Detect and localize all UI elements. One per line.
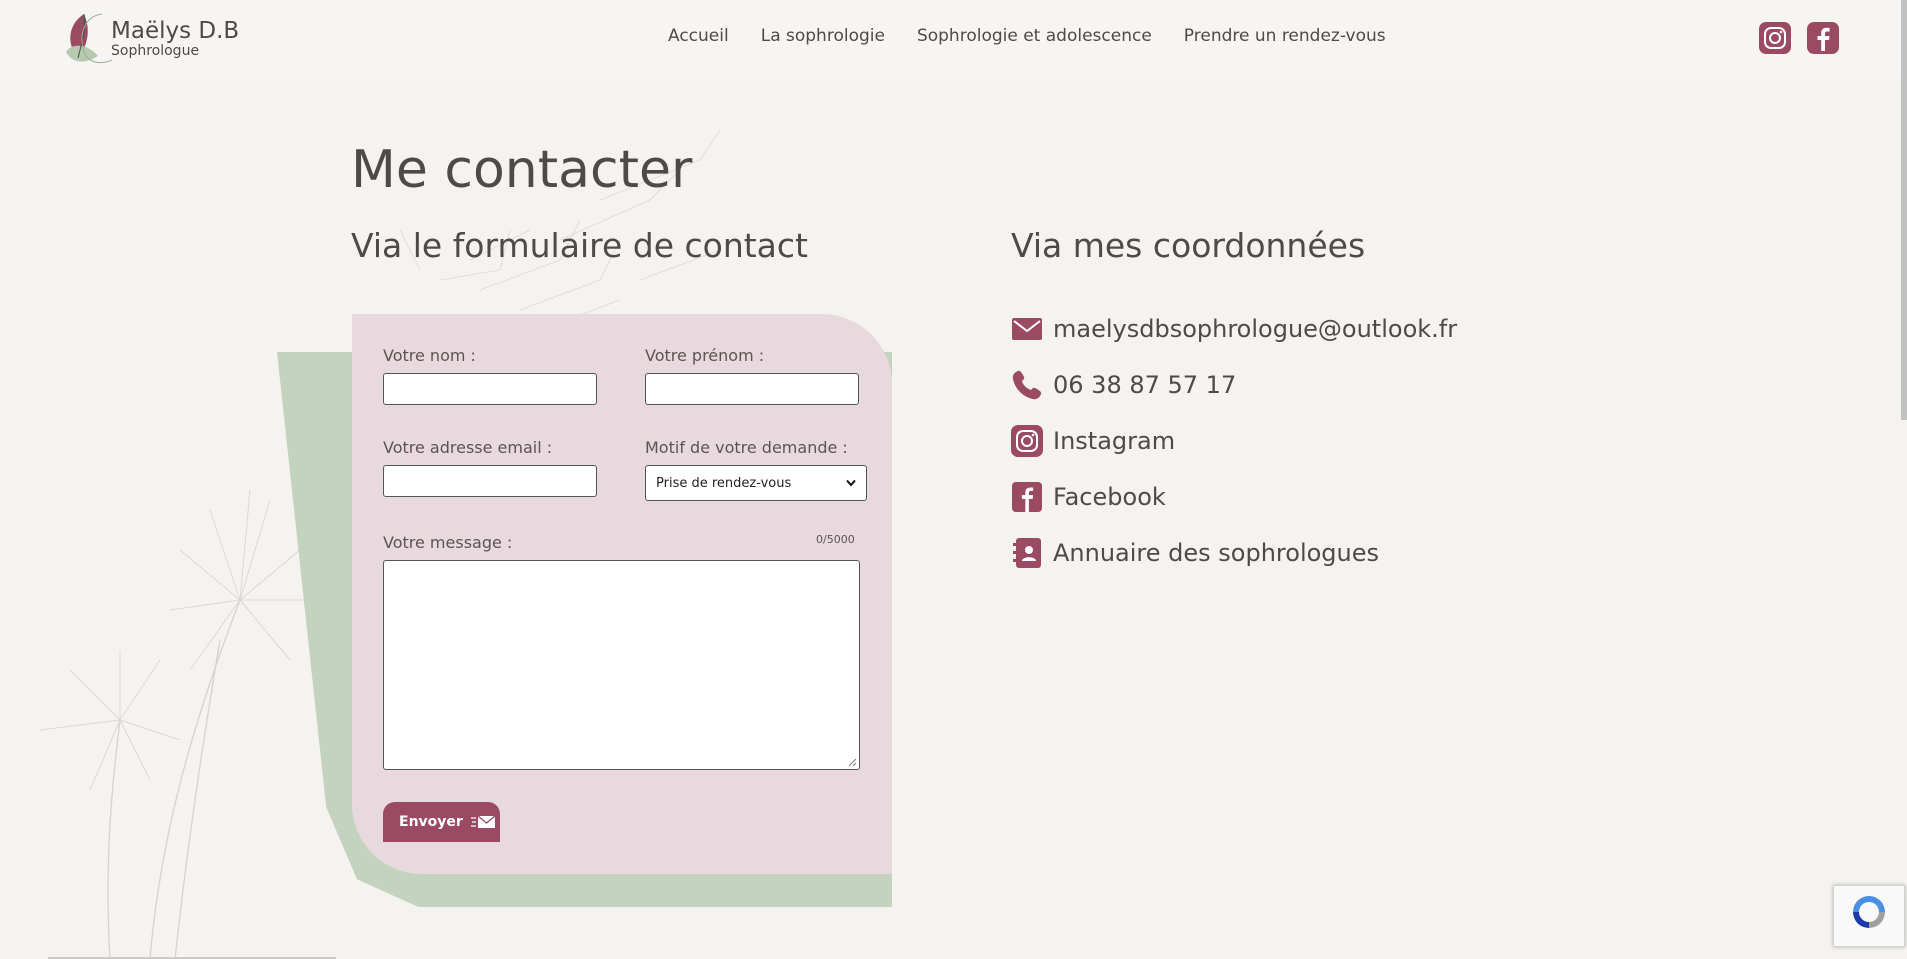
phone-icon [1011,369,1043,401]
contact-directory[interactable]: Annuaire des sophrologues [1011,537,1379,569]
message-textarea[interactable] [383,560,860,770]
last-name-input[interactable] [383,373,597,405]
contact-facebook-text: Facebook [1053,483,1166,511]
nav-prendre-rendez-vous[interactable]: Prendre un rendez-vous [1184,26,1386,46]
reason-selected-value: Prise de rendez-vous [656,475,792,491]
message-counter: 0/5000 [816,533,855,546]
first-name-label: Votre prénom : [645,346,765,365]
contact-phone[interactable]: 06 38 87 57 17 [1011,369,1236,401]
address-book-icon [1011,537,1043,569]
header-instagram-icon[interactable] [1759,22,1791,54]
last-name-label: Votre nom : [383,346,476,365]
site-logo[interactable]: Maëlys D.B Sophrologue [62,10,242,68]
first-name-input[interactable] [645,373,859,405]
resize-handle-icon[interactable] [848,758,857,767]
main-nav: Accueil La sophrologie Sophrologie et ad… [668,26,1386,46]
contact-email-text: maelysdbsophrologue@outlook.fr [1053,315,1458,343]
header-facebook-icon[interactable] [1807,22,1839,54]
chevron-down-icon [846,479,856,487]
email-input[interactable] [383,465,597,497]
site-header: Maëlys D.B Sophrologue Accueil La sophro… [0,0,1907,78]
message-label: Votre message : [383,533,513,552]
reason-select[interactable]: Prise de rendez-vous [645,465,867,501]
logo-subtitle: Sophrologue [111,43,200,59]
recaptcha-badge[interactable] [1833,885,1905,947]
contact-instagram[interactable]: Instagram [1011,425,1175,457]
send-button[interactable]: Envoyer [383,802,500,842]
facebook-icon [1011,481,1043,513]
recaptcha-icon [1853,896,1885,928]
leaf-logo-icon [66,13,112,63]
form-heading: Via le formulaire de contact [351,226,808,265]
scrollbar[interactable] [1901,0,1907,420]
contact-facebook[interactable]: Facebook [1011,481,1166,513]
email-label: Votre adresse email : [383,438,553,457]
contact-phone-text: 06 38 87 57 17 [1053,371,1237,399]
contact-instagram-text: Instagram [1053,427,1176,455]
send-button-label: Envoyer [399,814,463,830]
reason-label: Motif de votre demande : [645,438,848,457]
nav-la-sophrologie[interactable]: La sophrologie [761,26,885,46]
mail-icon [1011,313,1043,345]
contact-email[interactable]: maelysdbsophrologue@outlook.fr [1011,313,1457,345]
envelope-icon [470,815,496,828]
page-title: Me contacter [351,140,693,200]
logo-title: Maëlys D.B [111,18,240,44]
nav-sophrologie-adolescence[interactable]: Sophrologie et adolescence [917,26,1152,46]
nav-accueil[interactable]: Accueil [668,26,729,46]
contact-heading: Via mes coordonnées [1011,226,1366,265]
contact-directory-text: Annuaire des sophrologues [1053,539,1380,567]
instagram-icon [1011,425,1043,457]
